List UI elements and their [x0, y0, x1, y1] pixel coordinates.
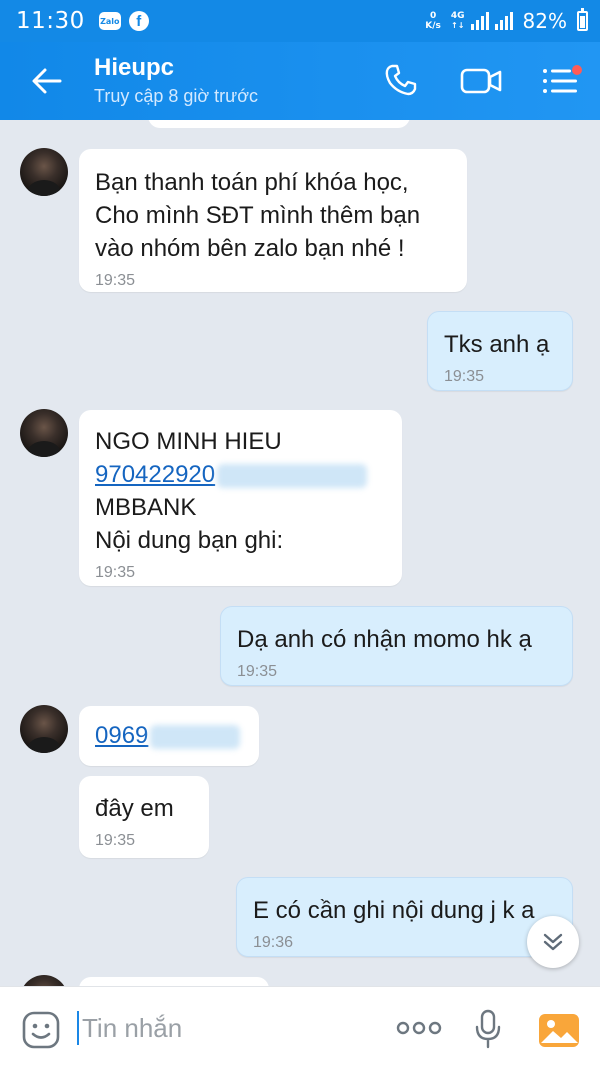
avatar[interactable]: [20, 705, 68, 753]
phone-icon[interactable]: [383, 62, 419, 98]
message-composer: Tin nhắn: [0, 986, 600, 1066]
scroll-to-bottom-button[interactable]: [527, 916, 579, 968]
previous-message-fragment: [148, 120, 410, 128]
phone-number-link[interactable]: 0969: [95, 719, 243, 752]
redacted-blur: [150, 724, 241, 749]
network-type: 4G ↑↓: [450, 11, 465, 30]
data-arrows-icon: ↑↓: [451, 21, 465, 30]
message-incoming[interactable]: 0969: [79, 706, 259, 766]
video-call-icon[interactable]: [459, 64, 503, 98]
redacted-blur: [217, 463, 368, 488]
message-incoming[interactable]: [79, 977, 269, 986]
message-incoming[interactable]: đây em 19:35: [79, 776, 209, 858]
signal-icon-2: [494, 12, 513, 30]
status-time: 11:30: [16, 8, 85, 34]
message-time: 19:35: [444, 368, 485, 385]
signal-icon: [470, 12, 489, 30]
avatar[interactable]: [20, 148, 68, 196]
back-arrow-icon[interactable]: [30, 64, 64, 98]
avatar[interactable]: [20, 975, 68, 986]
battery-icon: [577, 8, 588, 31]
zalo-notification-icon: Zalo: [98, 12, 121, 30]
message-outgoing[interactable]: Tks anh ạ 19:35: [427, 311, 573, 391]
message-list[interactable]: Bạn thanh toán phí khóa học, Cho mình SĐ…: [0, 120, 600, 986]
message-outgoing[interactable]: Dạ anh có nhận momo hk ạ 19:35: [220, 606, 573, 686]
account-number-link[interactable]: 970422920: [95, 458, 386, 491]
message-incoming[interactable]: NGO MINH HIEU 970422920 MBBANK Nội dung …: [79, 410, 402, 586]
emoji-icon[interactable]: [22, 1011, 60, 1049]
battery-percent: 82%: [522, 9, 567, 33]
presence-status: Truy cập 8 giờ trước: [94, 86, 259, 106]
status-indicators: 0 K/s 4G ↑↓ 82%: [425, 8, 588, 33]
network-speed: 0 K/s: [425, 11, 441, 31]
status-bar: 11:30 Zalo f 0 K/s 4G ↑↓ 82%: [0, 0, 600, 42]
menu-icon[interactable]: [541, 64, 583, 98]
image-icon[interactable]: [538, 1011, 580, 1049]
facebook-notification-icon: f: [128, 11, 149, 31]
message-input[interactable]: Tin nhắn: [82, 1013, 182, 1044]
message-time: 19:35: [237, 663, 278, 680]
microphone-icon[interactable]: [474, 1009, 502, 1049]
message-time: 19:35: [95, 832, 136, 849]
message-time: 19:36: [253, 934, 294, 951]
message-outgoing[interactable]: E có cần ghi nội dung j k a 19:36: [236, 877, 573, 957]
chevron-down-icon: [543, 933, 563, 951]
message-time: 19:35: [95, 272, 136, 289]
more-icon[interactable]: [396, 1020, 442, 1036]
contact-name[interactable]: Hieupc: [94, 54, 174, 82]
avatar[interactable]: [20, 409, 68, 457]
chat-header: Hieupc Truy cập 8 giờ trước: [0, 42, 600, 120]
text-cursor: [77, 1011, 79, 1045]
message-time: 19:35: [95, 564, 136, 581]
message-incoming[interactable]: Bạn thanh toán phí khóa học, Cho mình SĐ…: [79, 149, 467, 292]
